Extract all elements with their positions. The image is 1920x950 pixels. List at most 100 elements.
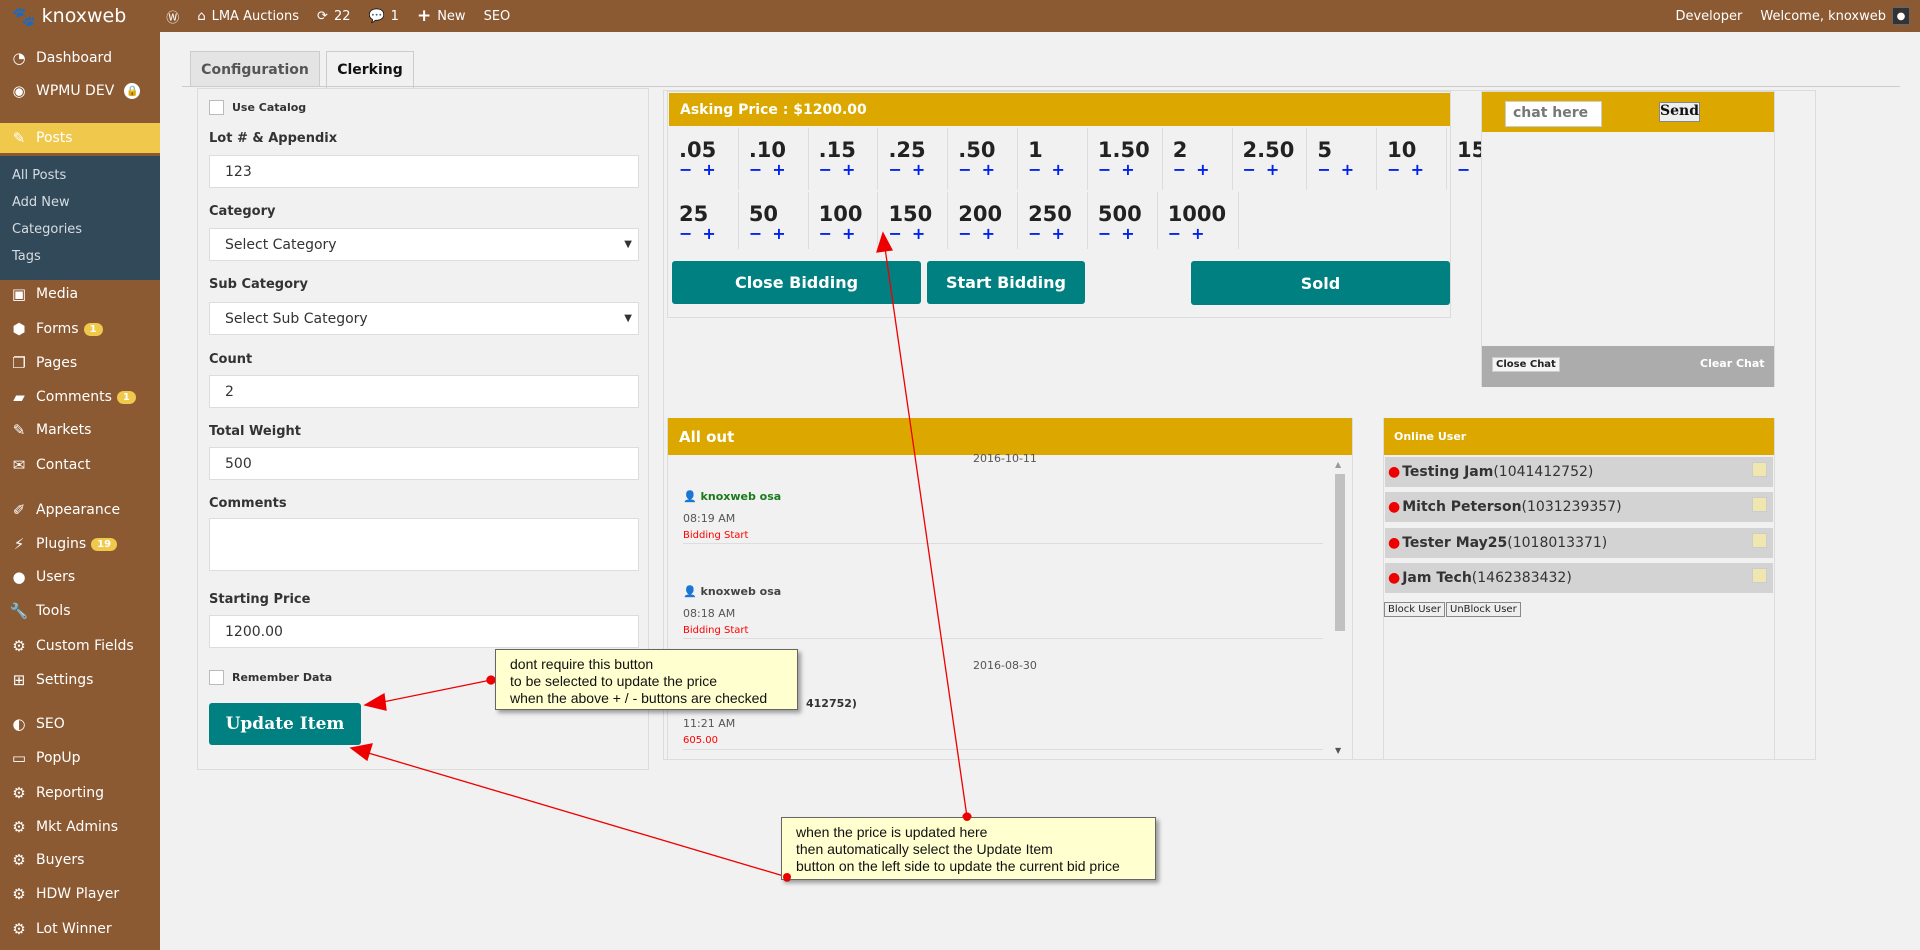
- category-select[interactable]: Select Category ▼: [209, 228, 639, 261]
- subcategory-select[interactable]: Select Sub Category ▼: [209, 302, 639, 335]
- minus-button[interactable]: −: [1173, 160, 1188, 179]
- sidebar-item-custom-fields[interactable]: ⚙ Custom Fields: [0, 631, 160, 661]
- minus-button[interactable]: −: [679, 160, 694, 179]
- sidebar-item-settings[interactable]: ⊞ Settings: [0, 665, 160, 695]
- wordpress-icon[interactable]: Ⓦ: [166, 7, 179, 26]
- minus-button[interactable]: −: [1317, 160, 1332, 179]
- minus-button[interactable]: −: [888, 160, 903, 179]
- update-item-button[interactable]: Update Item: [209, 703, 361, 745]
- plus-button[interactable]: +: [772, 224, 787, 243]
- minus-button[interactable]: −: [1243, 160, 1258, 179]
- chat-input[interactable]: chat here: [1505, 101, 1602, 127]
- plus-button[interactable]: +: [1341, 160, 1356, 179]
- minus-button[interactable]: −: [1168, 224, 1183, 243]
- minus-button[interactable]: −: [1028, 224, 1043, 243]
- site-link[interactable]: ⌂ LMA Auctions: [197, 9, 299, 24]
- sidebar-item-hdw-player[interactable]: ⚙ HDW Player: [0, 879, 160, 909]
- send-button[interactable]: Send: [1659, 102, 1700, 122]
- plus-button[interactable]: +: [912, 224, 927, 243]
- sold-button[interactable]: Sold: [1191, 261, 1450, 305]
- minus-button[interactable]: −: [819, 160, 834, 179]
- minus-button[interactable]: −: [1387, 160, 1402, 179]
- user-select-checkbox[interactable]: [1752, 533, 1767, 548]
- sidebar-item-contact[interactable]: ✉ Contact: [0, 450, 160, 480]
- close-bidding-button[interactable]: Close Bidding: [672, 261, 921, 304]
- submenu-item[interactable]: Categories: [12, 222, 82, 237]
- clear-chat-link[interactable]: Clear Chat: [1700, 357, 1765, 370]
- sidebar-item-lot-winner[interactable]: ⚙ Lot Winner: [0, 914, 160, 944]
- sidebar-item-popup[interactable]: ▭ PopUp: [0, 743, 160, 773]
- minus-button[interactable]: −: [1028, 160, 1043, 179]
- starting-price-input[interactable]: 1200.00: [209, 615, 639, 648]
- tab-configuration[interactable]: Configuration: [190, 51, 320, 87]
- submenu-item[interactable]: Tags: [12, 249, 41, 264]
- minus-button[interactable]: −: [888, 224, 903, 243]
- plus-button[interactable]: +: [1266, 160, 1281, 179]
- sidebar-item-buyers[interactable]: ⚙ Buyers: [0, 845, 160, 875]
- count-input[interactable]: 2: [209, 375, 639, 408]
- log-scrollbar[interactable]: ▲ ▼: [1333, 460, 1347, 755]
- sidebar-item-mkt-admins[interactable]: ⚙ Mkt Admins: [0, 812, 160, 842]
- lot-input[interactable]: 123: [209, 155, 639, 188]
- sidebar-item-reporting[interactable]: ⚙ Reporting: [0, 778, 160, 808]
- comments-textarea[interactable]: [209, 518, 639, 571]
- remember-data-checkbox[interactable]: [209, 670, 224, 685]
- use-catalog-checkbox[interactable]: [209, 100, 224, 115]
- minus-button[interactable]: −: [1098, 224, 1113, 243]
- sidebar-item-forms[interactable]: ⬢ Forms 1: [0, 314, 160, 344]
- sidebar-item-comments[interactable]: ▰ Comments 1: [0, 382, 160, 412]
- account-menu[interactable]: Welcome, knoxweb ●: [1760, 7, 1910, 25]
- sidebar-item-tools[interactable]: 🔧 Tools: [0, 596, 160, 626]
- plus-button[interactable]: +: [772, 160, 787, 179]
- plus-button[interactable]: +: [982, 224, 997, 243]
- plus-button[interactable]: +: [912, 160, 927, 179]
- plus-button[interactable]: +: [702, 160, 717, 179]
- plus-button[interactable]: +: [1051, 224, 1066, 243]
- minus-button[interactable]: −: [958, 224, 973, 243]
- scrollbar-thumb[interactable]: [1335, 474, 1345, 631]
- scroll-up-icon[interactable]: ▲: [1335, 460, 1341, 469]
- new-link[interactable]: + New: [417, 6, 466, 26]
- submenu-item[interactable]: Add New: [12, 195, 70, 210]
- sidebar-item-pages[interactable]: ❐ Pages: [0, 348, 160, 378]
- start-bidding-button[interactable]: Start Bidding: [927, 261, 1085, 304]
- tab-clerking[interactable]: Clerking: [326, 51, 414, 88]
- minus-button[interactable]: −: [679, 224, 694, 243]
- minus-button[interactable]: −: [819, 224, 834, 243]
- sidebar-item-plugins[interactable]: ⚡ Plugins 19: [0, 529, 160, 559]
- close-chat-button[interactable]: Close Chat: [1492, 357, 1560, 372]
- sidebar-item-dashboard[interactable]: ◔ Dashboard: [0, 43, 160, 73]
- plus-button[interactable]: +: [1191, 224, 1206, 243]
- plus-button[interactable]: +: [842, 160, 857, 179]
- minus-button[interactable]: −: [1098, 160, 1113, 179]
- user-select-checkbox[interactable]: [1752, 462, 1767, 477]
- updates-link[interactable]: ⟳ 22: [317, 9, 350, 24]
- sidebar-item-seo[interactable]: ◐ SEO: [0, 709, 160, 739]
- plus-button[interactable]: +: [1121, 160, 1136, 179]
- minus-button[interactable]: −: [749, 160, 764, 179]
- user-select-checkbox[interactable]: [1752, 568, 1767, 583]
- minus-button[interactable]: −: [958, 160, 973, 179]
- plus-button[interactable]: +: [1411, 160, 1426, 179]
- submenu-item[interactable]: All Posts: [12, 168, 66, 183]
- plus-button[interactable]: +: [1121, 224, 1136, 243]
- sidebar-item-posts[interactable]: ✎ Posts: [0, 123, 160, 153]
- seo-link[interactable]: SEO: [484, 9, 511, 24]
- site-brand[interactable]: 🐾 knoxweb: [12, 5, 126, 28]
- sidebar-item-users[interactable]: ● Users: [0, 562, 160, 592]
- comments-link[interactable]: 💬 1: [368, 9, 398, 24]
- minus-button[interactable]: −: [749, 224, 764, 243]
- unblock-user-button[interactable]: UnBlock User: [1446, 602, 1521, 617]
- block-user-button[interactable]: Block User: [1384, 602, 1446, 617]
- plus-button[interactable]: +: [842, 224, 857, 243]
- developer-link[interactable]: Developer: [1675, 9, 1742, 24]
- sidebar-item-markets[interactable]: ✎ Markets: [0, 415, 160, 445]
- weight-input[interactable]: 500: [209, 447, 639, 480]
- plus-button[interactable]: +: [982, 160, 997, 179]
- sidebar-item-media[interactable]: ▣ Media: [0, 279, 160, 309]
- minus-button[interactable]: −: [1457, 160, 1472, 179]
- sidebar-item-appearance[interactable]: ✐ Appearance: [0, 495, 160, 525]
- scroll-down-icon[interactable]: ▼: [1335, 746, 1341, 755]
- sidebar-item-wpmu-dev[interactable]: ◉ WPMU DEV 🔒: [0, 76, 160, 106]
- plus-button[interactable]: +: [1196, 160, 1211, 179]
